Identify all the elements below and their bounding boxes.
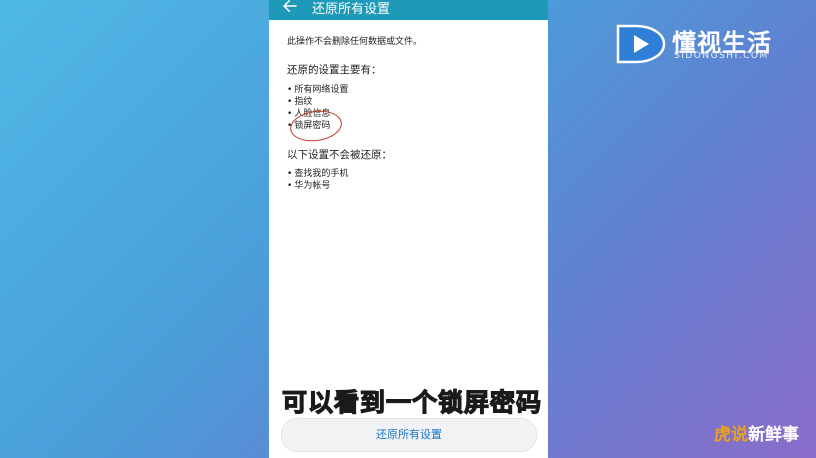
logo-subtext: SIDONGSHI.COM bbox=[674, 51, 769, 61]
keep-heading: 以下设置不会被还原： bbox=[287, 149, 392, 161]
arrow-left-icon[interactable] bbox=[281, 0, 299, 15]
app-bar: 还原所有设置 bbox=[269, 0, 548, 20]
reset-heading: 还原的设置主要有： bbox=[287, 64, 382, 76]
watermark: 虎说新鲜事 bbox=[714, 420, 799, 445]
video-subtitle: 可以看到一个锁屏密码 bbox=[281, 387, 542, 417]
brand-logo: 懂视生活 SIDONGSHI.COM bbox=[614, 20, 794, 68]
list-item: 所有网络设置 bbox=[287, 84, 348, 96]
list-item: 华为帐号 bbox=[287, 180, 348, 192]
list-item: 指纹 bbox=[287, 96, 348, 108]
reset-all-button[interactable]: 还原所有设置 bbox=[281, 418, 537, 452]
page-title: 还原所有设置 bbox=[312, 2, 391, 17]
play-logo-icon bbox=[616, 24, 666, 64]
watermark-part1: 虎说 bbox=[714, 425, 748, 445]
watermark-part2: 新鲜事 bbox=[748, 425, 799, 445]
intro-text: 此操作不会删除任何数据或文件。 bbox=[287, 37, 423, 47]
list-item: 查找我的手机 bbox=[287, 168, 348, 180]
keep-list: 查找我的手机 华为帐号 bbox=[287, 168, 348, 192]
